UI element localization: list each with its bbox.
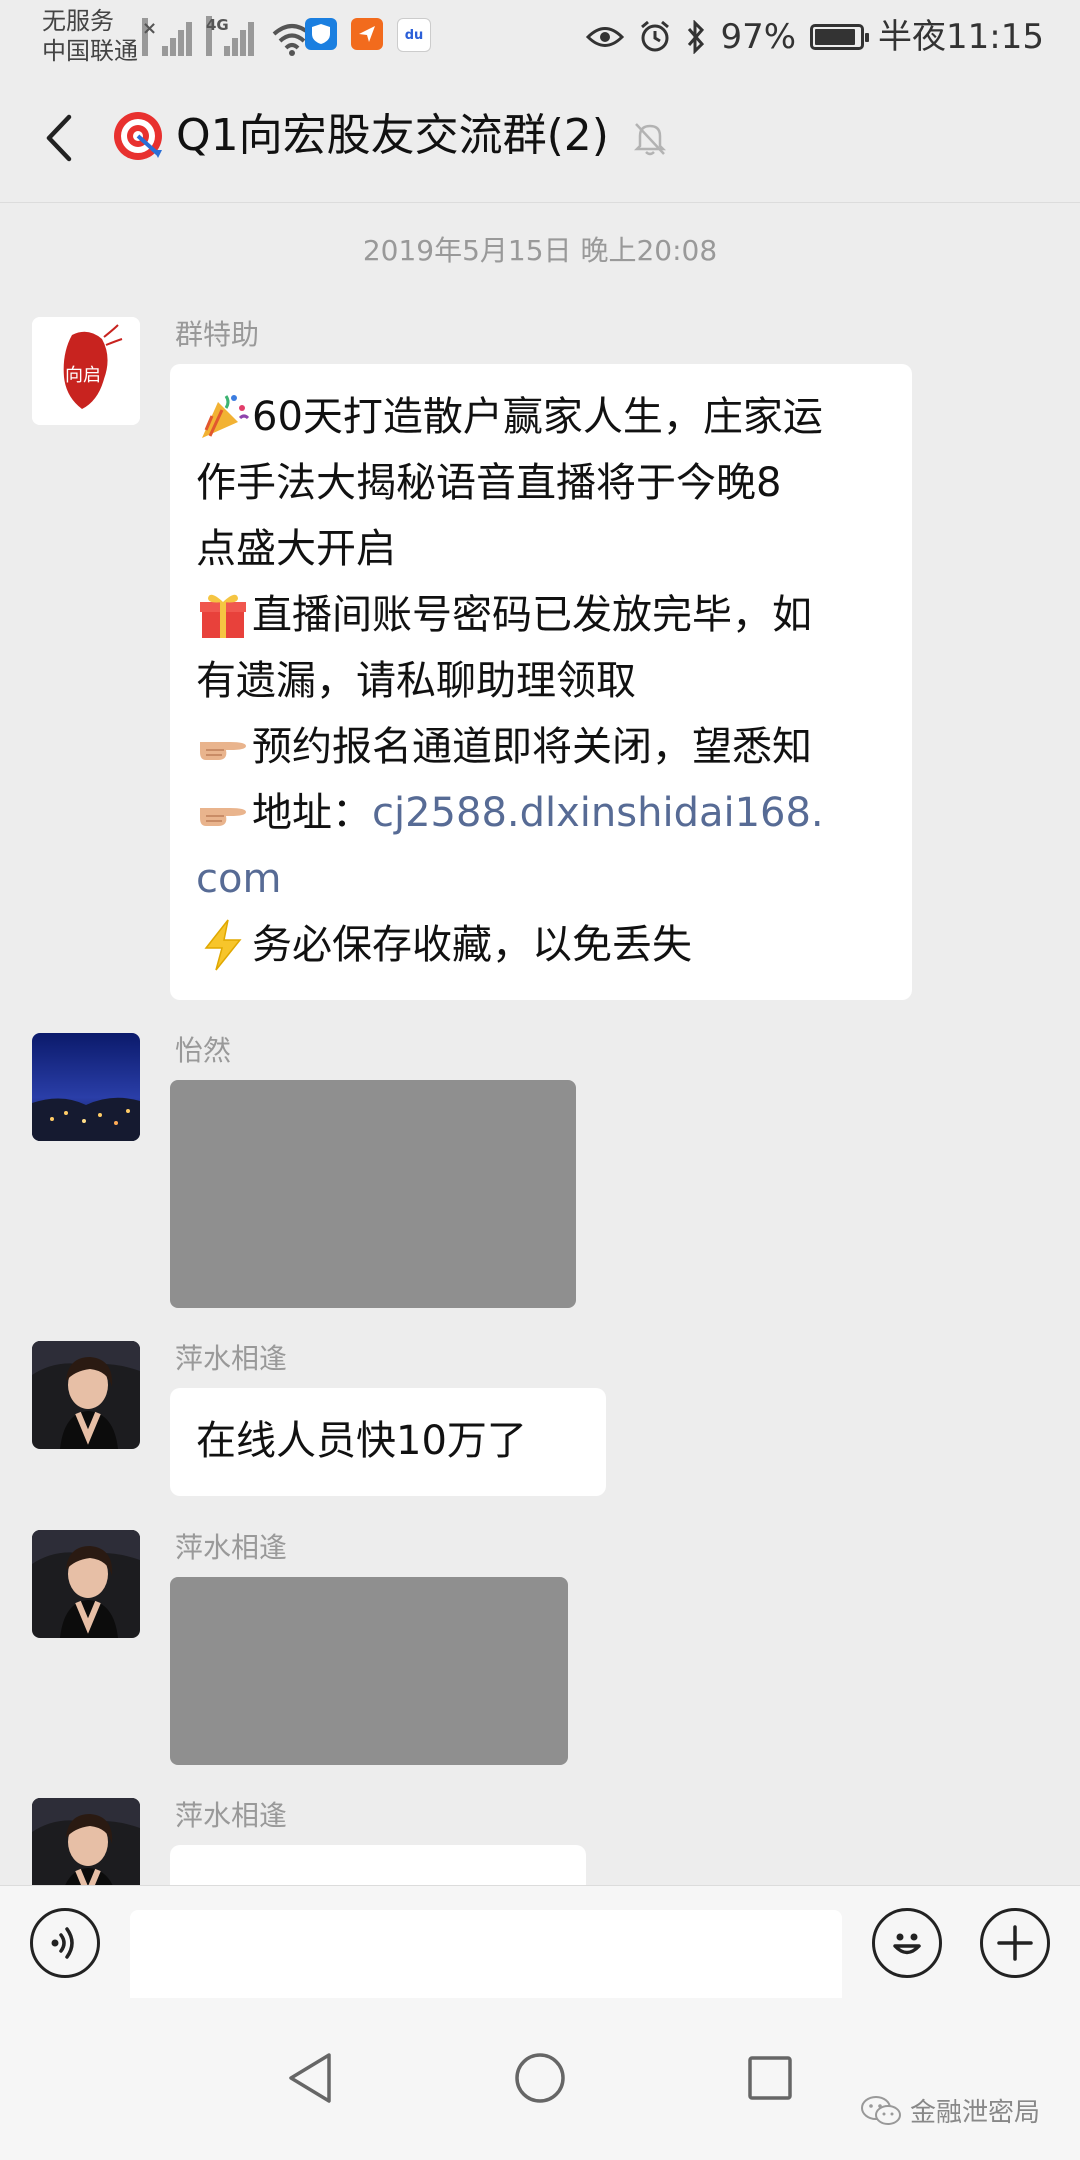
smiley-icon bbox=[893, 1933, 921, 1955]
avatar[interactable] bbox=[32, 1341, 140, 1449]
target-emoji-icon bbox=[114, 112, 162, 160]
message-line: 点盛大开启 bbox=[196, 516, 886, 582]
chevron-left-icon bbox=[46, 114, 72, 162]
sender-name: 萍水相逢 bbox=[175, 1799, 288, 1832]
message-text: 直播间账号密码已发放完毕，如 bbox=[252, 592, 812, 638]
clock: 半夜11:15 bbox=[878, 17, 1044, 57]
carrier-info: 无服务 中国联通 bbox=[42, 6, 138, 66]
chat-header: Q1向宏股友交流群(2) bbox=[0, 72, 1080, 203]
url-link[interactable]: cj2588.dlxinshidai168. bbox=[372, 780, 824, 846]
voice-icon bbox=[51, 1927, 74, 1959]
gift-icon bbox=[200, 594, 246, 638]
message-text: 务必保存收藏，以免丢失 bbox=[252, 922, 692, 968]
plus-icon bbox=[997, 1925, 1033, 1961]
time-separator: 2019年5月15日 晚上20:08 bbox=[362, 234, 718, 267]
brand-logo-icon: 向启 bbox=[32, 317, 140, 425]
alarm-icon bbox=[641, 20, 670, 52]
message-text: 60天打造散户赢家人生，庄家运 bbox=[252, 394, 823, 440]
baidu-app-icon: du bbox=[397, 18, 431, 52]
avatar[interactable]: 向启 bbox=[32, 317, 140, 425]
message-bubble[interactable] bbox=[170, 1845, 586, 1885]
message-line: 预约报名通道即将关闭，望悉知 bbox=[196, 714, 886, 780]
system-home-button[interactable] bbox=[510, 2048, 570, 2108]
input-bar bbox=[0, 1885, 1080, 2016]
wechat-logo-icon bbox=[860, 2095, 901, 2125]
message-bubble[interactable]: 在线人员快10万了 bbox=[170, 1388, 606, 1496]
send-app-icon bbox=[351, 18, 383, 50]
no-signal-icon: × bbox=[142, 18, 192, 56]
message-text: 有遗漏，请私聊助理领取 bbox=[196, 658, 636, 704]
sender-name: 群特助 bbox=[175, 318, 260, 351]
woman-avatar-icon bbox=[32, 1341, 140, 1449]
lightning-icon bbox=[204, 919, 242, 971]
message-text: 地址： bbox=[252, 790, 372, 836]
bluetooth-icon bbox=[688, 20, 705, 54]
signal-icons: × 4G bbox=[142, 16, 312, 56]
notification-app-icons: du bbox=[305, 18, 431, 52]
sender-name: 怡然 bbox=[175, 1034, 232, 1067]
system-back-button[interactable] bbox=[280, 2048, 340, 2108]
message-bubble[interactable]: 60天打造散户赢家人生，庄家运 作手法大揭秘语音直播将于今晚8 点盛大开启 直播… bbox=[170, 364, 912, 1000]
shield-app-icon bbox=[305, 18, 337, 50]
message-line: 有遗漏，请私聊助理领取 bbox=[196, 648, 886, 714]
message-text: 在线人员快10万了 bbox=[196, 1418, 527, 1464]
sender-name: 萍水相逢 bbox=[175, 1531, 288, 1564]
system-nav-bar: 金融泄密局 bbox=[0, 1998, 1080, 2160]
status-right: 97% 半夜11:15 bbox=[586, 10, 1044, 64]
message-list[interactable]: 2019年5月15日 晚上20:08 向启 群特助 60天打造散户赢家人生，庄家… bbox=[0, 203, 1080, 1885]
muted-bell-icon bbox=[633, 123, 667, 156]
image-message[interactable] bbox=[170, 1577, 568, 1765]
more-button[interactable] bbox=[980, 1908, 1050, 1978]
triangle-back-icon bbox=[289, 2053, 331, 2103]
back-button[interactable] bbox=[30, 108, 86, 168]
party-popper-icon bbox=[202, 395, 250, 438]
square-recents-icon bbox=[748, 2056, 792, 2100]
emoji-button[interactable] bbox=[872, 1908, 942, 1978]
woman-avatar-icon bbox=[32, 1530, 140, 1638]
message-line: 直播间账号密码已发放完毕，如 bbox=[196, 582, 886, 648]
message-text: 作手法大揭秘语音直播将于今晚8 bbox=[196, 460, 782, 506]
watermark: 金融泄密局 bbox=[860, 2092, 1040, 2129]
night-city-avatar-icon bbox=[32, 1033, 140, 1141]
system-recents-button[interactable] bbox=[740, 2048, 800, 2108]
message-line: 在线人员快10万了 bbox=[196, 1408, 580, 1474]
avatar[interactable] bbox=[32, 1033, 140, 1141]
avatar[interactable] bbox=[32, 1530, 140, 1638]
voice-button[interactable] bbox=[30, 1908, 100, 1978]
message-text: 预约报名通道即将关闭，望悉知 bbox=[252, 724, 812, 770]
watermark-text: 金融泄密局 bbox=[909, 2098, 1040, 2128]
carrier-status: 无服务 bbox=[42, 7, 114, 35]
message-text: 点盛大开启 bbox=[196, 526, 396, 572]
carrier-name: 中国联通 bbox=[42, 37, 138, 65]
message-line: com bbox=[196, 846, 886, 912]
status-bar: 无服务 中国联通 × 4G du 97% 半夜11:15 bbox=[0, 0, 1080, 72]
pointing-hand-icon bbox=[200, 742, 246, 760]
message-line: 务必保存收藏，以免丢失 bbox=[196, 912, 886, 978]
cell-signal-icon: 4G bbox=[206, 16, 254, 56]
avatar[interactable] bbox=[32, 1798, 140, 1885]
pointing-hand-icon bbox=[200, 808, 246, 826]
battery-icon bbox=[810, 24, 870, 50]
circle-home-icon bbox=[515, 2053, 565, 2103]
battery-percent: 97% bbox=[720, 17, 797, 57]
image-message[interactable] bbox=[170, 1080, 576, 1308]
message-line: 作手法大揭秘语音直播将于今晚8 bbox=[196, 450, 886, 516]
eye-icon bbox=[586, 27, 625, 47]
url-link[interactable]: com bbox=[196, 846, 281, 912]
sender-name: 萍水相逢 bbox=[175, 1342, 288, 1375]
svg-text:向启: 向启 bbox=[65, 365, 101, 386]
wechat-group-chat-screen: 无服务 中国联通 × 4G du 97% 半夜11:15 Q1向宏股友交流群(2… bbox=[0, 0, 1080, 2160]
chat-title: Q1向宏股友交流群(2) bbox=[176, 110, 609, 161]
woman-avatar-icon bbox=[32, 1798, 140, 1885]
message-line: 地址： cj2588.dlxinshidai168. bbox=[196, 780, 886, 846]
message-line: 60天打造散户赢家人生，庄家运 bbox=[196, 384, 886, 450]
